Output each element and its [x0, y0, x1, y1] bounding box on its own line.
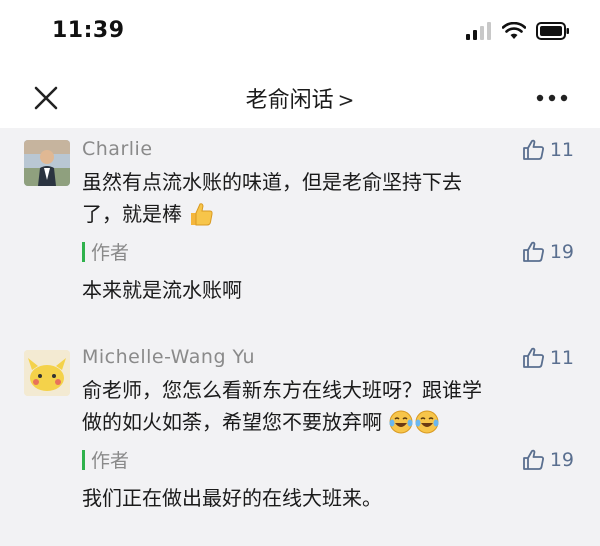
wifi-icon	[502, 22, 526, 39]
battery-icon	[536, 22, 569, 40]
reply-like-button[interactable]: 19	[522, 240, 574, 264]
comment-text-fragment: 做的如火如荼，希望您不要放弃啊	[82, 410, 382, 434]
comment-nickname[interactable]: Charlie	[82, 138, 153, 160]
status-time: 11:39	[52, 18, 125, 43]
comment-text-line: 了，就是棒	[82, 198, 582, 230]
thumbs-up-icon	[522, 347, 544, 368]
comment-text-line: 做的如火如荼，希望您不要放弃啊	[82, 406, 582, 438]
comment-text-fragment: 了，就是棒	[82, 202, 182, 226]
author-label: 作者	[91, 242, 130, 264]
chevron-right-icon: >	[337, 88, 355, 112]
author-reply-text: 本来就是流水账啊	[82, 278, 242, 302]
like-count: 11	[549, 347, 574, 369]
comment-text-line: 俞老师，您怎么看新东方在线大班呀？跟谁学	[82, 378, 482, 402]
avatar[interactable]	[24, 140, 70, 186]
thumbs-up-icon	[522, 139, 544, 160]
nav-bar: 老俞闲话 >	[0, 66, 600, 128]
avatar-image	[24, 350, 70, 396]
reply-like-button[interactable]: 19	[522, 448, 574, 472]
status-bar: 11:39	[0, 0, 600, 66]
author-reply-label: 作者	[82, 238, 129, 265]
comments-list: Charlie 11 虽然有点流水账的味道，但是老俞坚持下去 了，就是棒 作者	[0, 128, 600, 546]
like-button[interactable]: 11	[522, 138, 574, 162]
comment-text-line: 虽然有点流水账的味道，但是老俞坚持下去	[82, 170, 462, 194]
like-button[interactable]: 11	[522, 346, 574, 370]
cellular-signal-icon	[466, 22, 491, 40]
reply-like-count: 19	[549, 449, 574, 471]
author-indicator	[82, 241, 85, 262]
like-count: 11	[549, 139, 574, 161]
comment-text: 俞老师，您怎么看新东方在线大班呀？跟谁学 做的如火如荼，希望您不要放弃啊	[82, 374, 582, 438]
avatar[interactable]	[24, 350, 70, 396]
author-indicator	[82, 449, 85, 470]
tears-of-joy-emoji	[415, 410, 439, 434]
status-icons	[466, 22, 570, 40]
thumbs-up-emoji	[191, 203, 213, 226]
author-label: 作者	[91, 450, 130, 472]
author-reply-label: 作者	[82, 446, 129, 473]
comment-nickname[interactable]: Michelle-Wang Yu	[82, 346, 255, 368]
more-options-icon[interactable]	[532, 84, 572, 112]
reply-like-count: 19	[549, 241, 574, 263]
author-reply-text: 我们正在做出最好的在线大班来。	[82, 486, 382, 510]
thumbs-up-icon	[522, 241, 544, 262]
thumbs-up-icon	[522, 449, 544, 470]
avatar-image	[24, 140, 70, 186]
page-title: 老俞闲话	[245, 88, 334, 113]
tears-of-joy-emoji	[389, 410, 413, 434]
comment-text: 虽然有点流水账的味道，但是老俞坚持下去 了，就是棒	[82, 166, 582, 230]
article-title-link[interactable]: 老俞闲话 >	[0, 82, 600, 114]
